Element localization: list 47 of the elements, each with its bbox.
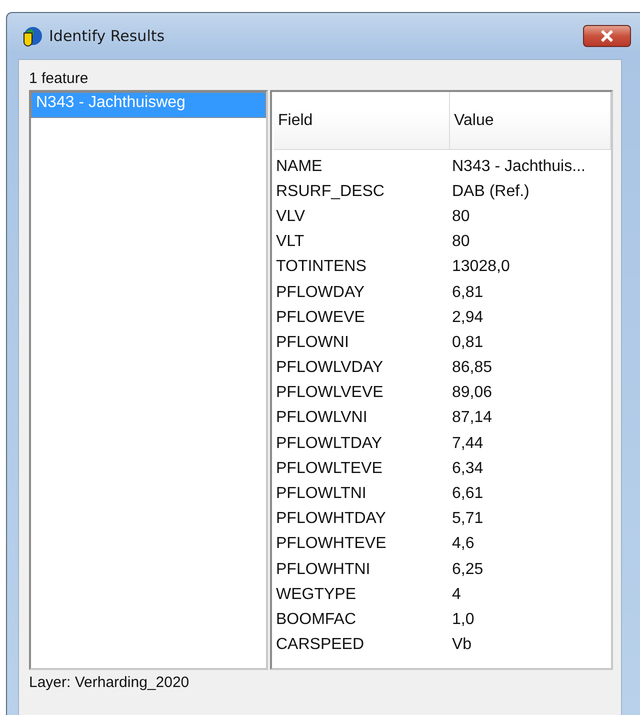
table-cell-text: 80 (451, 208, 471, 226)
table-cell-text: N343 - Jachthuis... (451, 158, 586, 176)
table-cell-text: PFLOWLVNI (275, 409, 368, 428)
table-cell-text: 7,44 (451, 434, 484, 453)
table-cell-text: 4,6 (451, 535, 476, 554)
table-cell-text: 87,14 (451, 409, 494, 428)
close-button[interactable] (583, 25, 631, 47)
table-cell-text: 6,25 (451, 560, 484, 579)
table-cell-text: 5,71 (451, 510, 484, 528)
table-cell-text: 86,85 (451, 359, 494, 378)
table-cell-text: 0,81 (451, 334, 484, 352)
table-cell-text: BOOMFAC (275, 610, 358, 629)
table-cell-text: CARSPEED (275, 636, 366, 654)
table-cell-text: VLT (275, 233, 306, 252)
table-cell-text: 6,81 (451, 284, 484, 302)
close-icon (600, 30, 614, 42)
table-cell-text: VLV (275, 208, 306, 226)
table-cell-text: PFLOWLTNI (275, 485, 368, 504)
column-header[interactable]: Field (274, 92, 450, 150)
table-cell-text: 6,61 (451, 485, 484, 504)
feature-count: 1 feature (29, 70, 90, 89)
table-cell-text: RSURF_DESC (275, 182, 386, 201)
table-cell-text: WEGTYPE (275, 586, 358, 604)
table-cell-text: PFLOWNI (275, 334, 350, 352)
table-cell-text: 1,0 (451, 610, 476, 629)
table-cell-text: PFLOWDAY (275, 284, 366, 302)
table-cell-text: Vb (451, 636, 473, 654)
table-cell-text: PFLOWHTDAY (275, 510, 387, 528)
table-cell-text: PFLOWLVDAY (275, 359, 384, 378)
layer-label: Layer: Verharding_2020 (29, 674, 190, 693)
table-cell-text: TOTINTENS (275, 258, 368, 276)
table-cell-text: 2,94 (451, 308, 484, 327)
table-cell-text: PFLOWEVE (275, 308, 366, 327)
table-cell-text: PFLOWLTEVE (275, 460, 384, 478)
table-cell-text: 4 (451, 586, 462, 604)
table-cell-text: PFLOWHTNI (275, 560, 372, 579)
table-cell-text: 80 (451, 233, 471, 252)
table-cell-text: DAB (Ref.) (451, 182, 530, 201)
window-title: Identify Results (49, 27, 166, 45)
table-cell-text: PFLOWHTEVE (275, 535, 388, 554)
table-cell-text: 6,34 (451, 460, 484, 478)
table-cell-text: PFLOWLVEVE (275, 384, 384, 402)
table-cell-text: 13028,0 (451, 258, 511, 276)
table-cell-text: NAME (275, 158, 324, 176)
column-header[interactable]: Value (450, 92, 611, 150)
table-cell-text: 89,06 (451, 384, 494, 402)
table-cell-text: PFLOWLTDAY (275, 434, 384, 453)
